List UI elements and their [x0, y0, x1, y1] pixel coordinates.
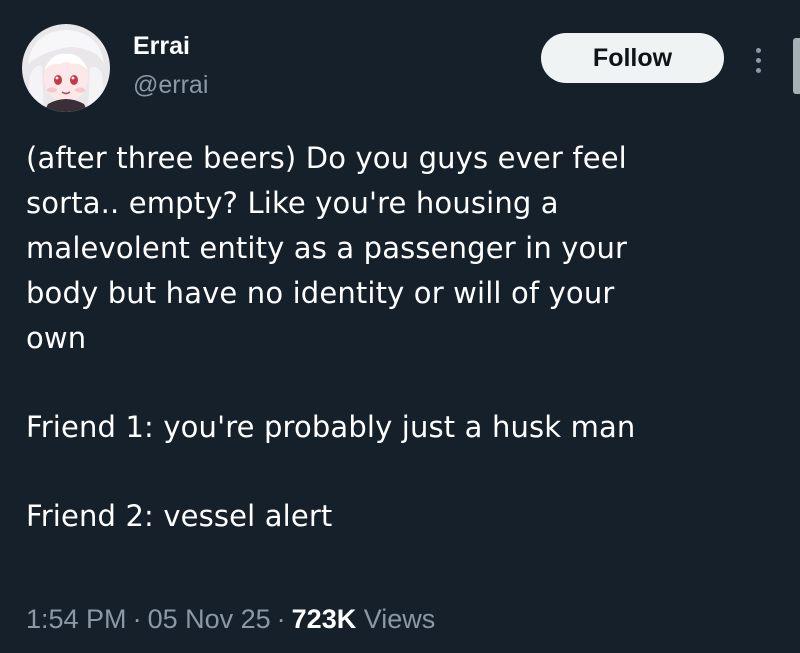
tweet-line: body but have no identity or will of you… — [26, 276, 615, 310]
author-handle[interactable]: @errai — [133, 70, 208, 100]
tweet-meta: 1:54 PM · 05 Nov 25 · 723K Views — [26, 602, 435, 636]
more-dot — [756, 58, 761, 63]
more-dot — [756, 48, 761, 53]
follow-button[interactable]: Follow — [541, 33, 724, 83]
tweet-line: (after three beers) Do you guys ever fee… — [26, 141, 627, 175]
views-label: Views — [363, 604, 436, 634]
scrollbar[interactable] — [793, 38, 800, 94]
tweet-time[interactable]: 1:54 PM — [26, 604, 127, 634]
more-options-icon[interactable] — [748, 40, 770, 80]
tweet-date[interactable]: 05 Nov 25 — [148, 604, 271, 634]
meta-separator: · — [276, 604, 286, 634]
tweet-line: malevolent entity as a passenger in your — [26, 231, 628, 265]
meta-separator: · — [132, 604, 142, 634]
tweet-line: own — [26, 321, 87, 355]
author-display-name[interactable]: Errai — [133, 31, 190, 61]
tweet-friend2-line: Friend 2: vessel alert — [26, 499, 333, 533]
tweet-text: (after three beers) Do you guys ever fee… — [26, 136, 766, 539]
tweet-friend1-line: Friend 1: you're probably just a husk ma… — [26, 410, 636, 444]
anime-avatar-icon — [22, 24, 110, 112]
author-avatar[interactable] — [22, 24, 110, 112]
more-dot — [756, 68, 761, 73]
views-count: 723K — [291, 604, 357, 634]
tweet-line: sorta.. empty? Like you're housing a — [26, 186, 559, 220]
